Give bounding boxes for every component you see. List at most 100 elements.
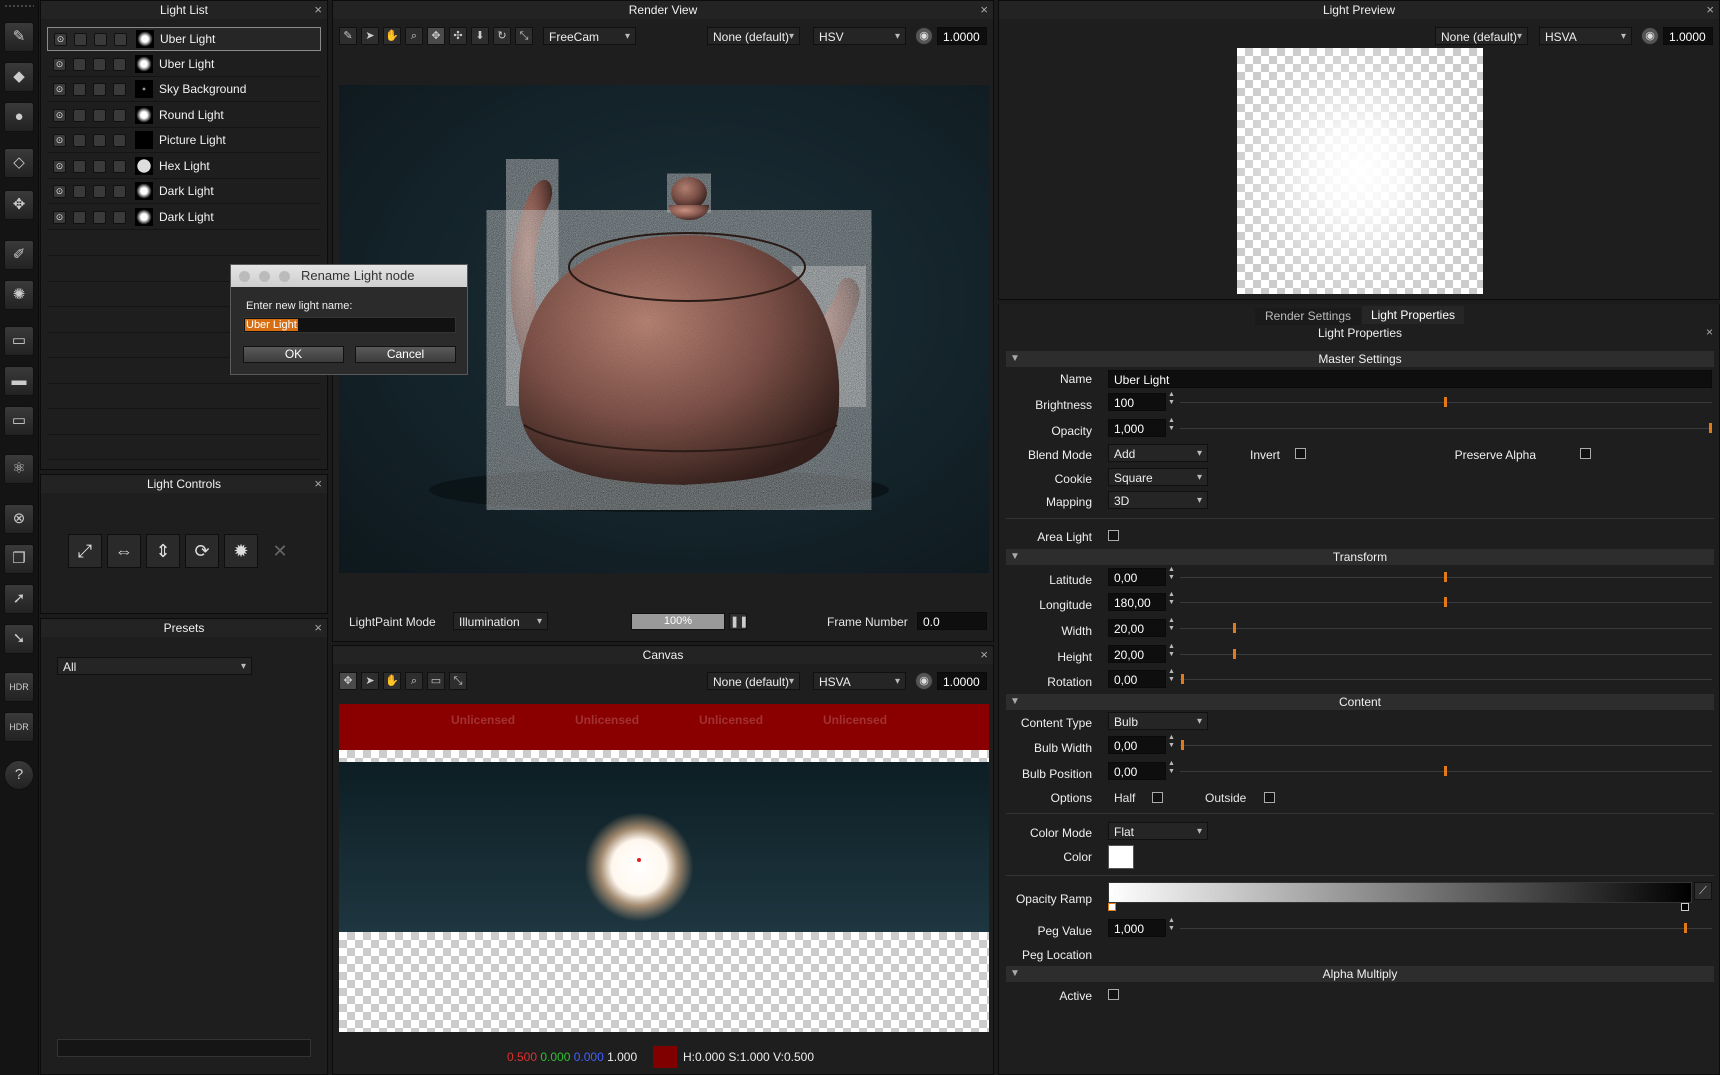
- pan-tool-icon[interactable]: ✋: [383, 27, 401, 45]
- visibility-icon[interactable]: ⊙: [53, 159, 66, 173]
- canvas-pan-tool-icon[interactable]: ✋: [383, 672, 401, 690]
- lock-icon[interactable]: [93, 185, 106, 198]
- rotate-view-icon[interactable]: ↻: [493, 27, 511, 45]
- brightness-stepper[interactable]: ▲ ▼: [1168, 391, 1175, 407]
- solo-icon[interactable]: [73, 134, 86, 147]
- longitude-field[interactable]: 180,00: [1108, 593, 1166, 611]
- preview-lut-dropdown[interactable]: None (default): [1435, 27, 1528, 46]
- section-collapse-icon[interactable]: ▼: [1010, 351, 1020, 367]
- visibility-icon[interactable]: ⊙: [53, 83, 66, 96]
- invert-checkbox[interactable]: [1295, 448, 1306, 459]
- canvas-move-tool-icon[interactable]: ✥: [339, 672, 357, 690]
- render-lut-dropdown[interactable]: None (default): [707, 27, 800, 46]
- paint-icon[interactable]: ◆: [4, 62, 34, 92]
- visibility-icon[interactable]: ⊙: [54, 33, 67, 46]
- section-collapse-icon[interactable]: ▼: [1010, 549, 1020, 565]
- content-type-dropdown[interactable]: Bulb: [1108, 712, 1208, 731]
- solo-icon[interactable]: [73, 210, 86, 224]
- preview-exposure-field[interactable]: 1.0000: [1663, 27, 1713, 45]
- canvas-frame-tool-icon[interactable]: ▭: [427, 672, 445, 690]
- close-circle-icon[interactable]: ⊗: [4, 504, 34, 534]
- solo-icon[interactable]: [74, 33, 87, 46]
- sun-icon[interactable]: ✺: [4, 280, 34, 310]
- preview-exposure-icon[interactable]: ◉: [1641, 27, 1659, 45]
- canvas-lut-dropdown[interactable]: None (default): [707, 672, 800, 691]
- visibility-icon[interactable]: ⊙: [53, 57, 66, 71]
- camera-dropdown[interactable]: FreeCam: [543, 27, 636, 46]
- opacity-field[interactable]: 1,000: [1108, 419, 1166, 437]
- light-properties-close-icon[interactable]: ×: [1706, 325, 1713, 339]
- visibility-icon[interactable]: ⊙: [53, 210, 66, 224]
- active-checkbox[interactable]: [1108, 989, 1119, 1000]
- rename-input[interactable]: Uber Light: [243, 317, 456, 333]
- eraser-icon[interactable]: ◇: [4, 148, 34, 178]
- select-tool-icon[interactable]: ➤: [361, 27, 379, 45]
- hdr-icon[interactable]: HDR: [4, 672, 34, 702]
- solo-icon[interactable]: [73, 159, 86, 173]
- height-field[interactable]: 20,00: [1108, 645, 1166, 663]
- dolly-tool-icon[interactable]: ⬇: [471, 27, 489, 45]
- canvas-fit-icon[interactable]: ⤡: [449, 672, 467, 690]
- mute-icon[interactable]: [113, 57, 126, 71]
- bulb-width-field[interactable]: 0,00: [1108, 736, 1166, 754]
- longitude-stepper[interactable]: ▲ ▼: [1168, 591, 1175, 607]
- peg-value-stepper[interactable]: ▲ ▼: [1168, 917, 1175, 933]
- bulb-width-slider-thumb[interactable]: [1181, 740, 1184, 750]
- light-preview-close-icon[interactable]: ×: [1706, 1, 1714, 19]
- stretch-vertical-icon[interactable]: ⇕: [146, 534, 180, 568]
- section-master-settings[interactable]: ▼ Master Settings: [1006, 351, 1714, 367]
- gradient-icon[interactable]: ▭: [4, 326, 34, 356]
- mute-icon[interactable]: [113, 83, 126, 96]
- preserve-alpha-checkbox[interactable]: [1580, 448, 1591, 459]
- fit-view-icon[interactable]: ⤡: [515, 27, 533, 45]
- width-slider[interactable]: [1180, 628, 1712, 629]
- frame-number-field[interactable]: 0.0: [917, 612, 987, 630]
- lock-icon[interactable]: [93, 159, 106, 173]
- brightness-field[interactable]: 100: [1108, 393, 1166, 411]
- brightness-slider-thumb[interactable]: [1444, 397, 1447, 407]
- layers-icon[interactable]: ❐: [4, 544, 34, 574]
- longitude-slider-thumb[interactable]: [1444, 597, 1447, 607]
- name-field[interactable]: Uber Light: [1108, 370, 1712, 388]
- solo-icon[interactable]: [73, 185, 86, 198]
- solo-icon[interactable]: [73, 83, 86, 96]
- section-alpha-multiply[interactable]: ▼ Alpha Multiply: [1006, 966, 1714, 982]
- visibility-icon[interactable]: ⊙: [53, 108, 66, 122]
- width-stepper[interactable]: ▲ ▼: [1168, 617, 1175, 633]
- preview-colorspace-dropdown[interactable]: HSVA: [1539, 27, 1632, 46]
- bulb-position-slider-thumb[interactable]: [1444, 766, 1447, 776]
- solo-icon[interactable]: [73, 57, 86, 71]
- canvas-exposure-icon[interactable]: ◉: [915, 672, 933, 690]
- visibility-icon[interactable]: ⊙: [53, 185, 66, 198]
- width-slider-thumb[interactable]: [1233, 623, 1236, 633]
- height-slider[interactable]: [1180, 654, 1712, 655]
- exposure-icon[interactable]: ◉: [915, 27, 933, 45]
- mute-icon[interactable]: [113, 159, 126, 173]
- peg-value-slider-thumb[interactable]: [1684, 923, 1687, 933]
- pattern-icon[interactable]: ✥: [4, 190, 34, 220]
- zoom-tool-icon[interactable]: ⌕: [405, 27, 423, 45]
- dialog-zoom-icon[interactable]: [279, 271, 290, 282]
- light-list-item[interactable]: ⊙ Dark Light: [47, 206, 321, 230]
- opacity-slider-thumb[interactable]: [1709, 423, 1712, 433]
- light-list-item[interactable]: ⊙ Sky Background: [47, 78, 321, 102]
- latitude-field[interactable]: 0,00: [1108, 568, 1166, 586]
- lightpaint-mode-dropdown[interactable]: Illumination: [453, 612, 548, 631]
- ramp-curve-icon[interactable]: ⟋: [1694, 882, 1712, 900]
- canvas-close-icon[interactable]: ×: [980, 646, 988, 664]
- light-controls-close-icon[interactable]: ×: [314, 475, 322, 493]
- opacity-ramp-gradient[interactable]: [1108, 882, 1692, 903]
- opacity-slider[interactable]: [1180, 428, 1712, 429]
- render-view-close-icon[interactable]: ×: [980, 1, 988, 19]
- render-colorspace-dropdown[interactable]: HSV: [813, 27, 906, 46]
- ramp-peg-start[interactable]: [1108, 903, 1116, 911]
- cookie-dropdown[interactable]: Square: [1108, 468, 1208, 487]
- solo-icon[interactable]: [73, 108, 86, 122]
- canvas-exposure-field[interactable]: 1.0000: [937, 672, 987, 690]
- brush-icon[interactable]: ✐: [4, 240, 34, 270]
- peg-value-slider[interactable]: [1180, 928, 1712, 929]
- brightness-icon[interactable]: ✹: [224, 534, 258, 568]
- light-position-marker[interactable]: [637, 858, 641, 862]
- light-list-item[interactable]: ⊙ Round Light: [47, 104, 321, 128]
- bulb-position-field[interactable]: 0,00: [1108, 762, 1166, 780]
